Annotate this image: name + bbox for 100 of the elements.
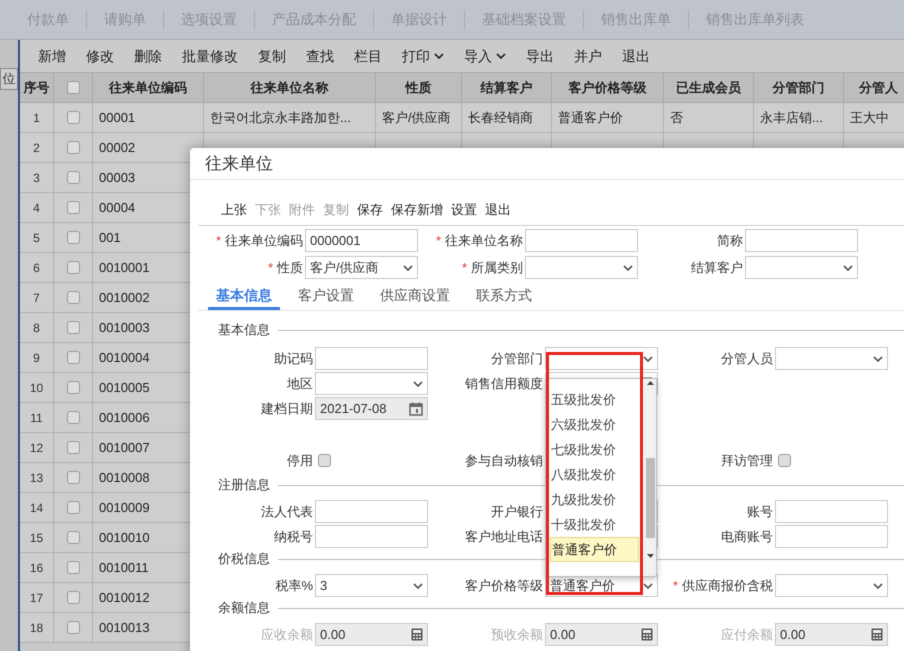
- dropdown-option[interactable]: 七级批发价: [550, 437, 639, 462]
- checkbox[interactable]: [66, 81, 80, 94]
- checkbox[interactable]: [318, 454, 331, 467]
- select-field[interactable]: 客户/供应商: [305, 256, 418, 279]
- toolbar-button[interactable]: 设置: [451, 200, 477, 219]
- checkbox[interactable]: [778, 454, 791, 467]
- toolbar-button[interactable]: 批量修改: [182, 46, 238, 66]
- field-label: 助记码: [274, 350, 313, 368]
- chevron-down-icon: [873, 356, 883, 362]
- table-cell-text: 0010007: [99, 438, 150, 457]
- text-field[interactable]: [525, 229, 638, 252]
- form-tab[interactable]: 基本信息: [208, 284, 280, 310]
- checkbox[interactable]: [66, 441, 80, 454]
- checkbox[interactable]: [66, 411, 80, 424]
- table-cell-text: 0010013: [99, 618, 150, 637]
- checkbox[interactable]: [66, 171, 80, 184]
- checkbox[interactable]: [66, 111, 80, 124]
- select-field[interactable]: [775, 574, 888, 597]
- form-tab[interactable]: 联系方式: [468, 284, 540, 310]
- toolbar-button[interactable]: 复制: [258, 46, 286, 66]
- field-label: 所属类别: [471, 258, 523, 277]
- dropdown-option[interactable]: 五级批发价: [550, 387, 639, 412]
- text-field[interactable]: [315, 525, 428, 548]
- table-cell-text: 00003: [99, 168, 136, 187]
- chevron-down-icon: [403, 264, 413, 270]
- field-label: 往来单位名称: [445, 232, 523, 250]
- text-field[interactable]: [775, 525, 888, 548]
- dropdown-option[interactable]: 八级批发价: [550, 462, 639, 487]
- checkbox[interactable]: [66, 591, 80, 604]
- dropdown-option[interactable]: 六级批发价: [550, 412, 639, 437]
- table-cell-text: 0010003: [99, 318, 150, 337]
- toolbar-button[interactable]: 栏目: [354, 46, 382, 66]
- toolbar-button[interactable]: 打印: [402, 46, 444, 66]
- field-label: 应付余额: [721, 626, 773, 644]
- date-field[interactable]: 2021-07-08: [315, 397, 428, 420]
- table-cell-text: 00001: [99, 108, 136, 127]
- column-header: 往来单位编码: [109, 78, 187, 97]
- dropdown-option[interactable]: 普通客户价: [550, 537, 639, 562]
- toolbar-button[interactable]: 上张: [221, 200, 247, 219]
- calendar-icon: [409, 402, 423, 416]
- checkbox[interactable]: [66, 231, 80, 244]
- row-number: 16: [30, 560, 44, 576]
- checkbox[interactable]: [66, 261, 80, 274]
- row-number: 8: [33, 320, 40, 336]
- field-label: 建档日期: [261, 400, 313, 418]
- toolbar-button[interactable]: 退出: [485, 200, 511, 219]
- row-number: 12: [30, 440, 44, 456]
- checkbox[interactable]: [66, 321, 80, 334]
- field-label: 电商账号: [721, 528, 773, 546]
- checkbox[interactable]: [66, 381, 80, 394]
- row-number: 4: [33, 200, 40, 216]
- checkbox[interactable]: [66, 531, 80, 544]
- table-cell-text: 否: [670, 108, 683, 127]
- form-tab[interactable]: 供应商设置: [372, 284, 458, 310]
- checkbox[interactable]: [66, 351, 80, 364]
- checkbox[interactable]: [66, 561, 80, 574]
- toolbar-button[interactable]: 导出: [526, 46, 554, 66]
- form-tab[interactable]: 客户设置: [290, 284, 362, 310]
- required-mark: *: [462, 258, 467, 277]
- toolbar-button[interactable]: 保存: [357, 200, 383, 219]
- text-field[interactable]: [315, 347, 428, 370]
- row-number: 2: [33, 140, 40, 156]
- toolbar-button[interactable]: 删除: [134, 46, 162, 66]
- field-label: 参与自动核销: [465, 452, 543, 470]
- select-field[interactable]: [315, 372, 428, 395]
- text-field[interactable]: 0000001: [305, 229, 418, 252]
- select-field[interactable]: [745, 256, 858, 279]
- toolbar-button[interactable]: 退出: [622, 46, 650, 66]
- field-label: 销售信用额度: [465, 374, 543, 393]
- toolbar-button[interactable]: 修改: [86, 46, 114, 66]
- text-field[interactable]: [315, 500, 428, 523]
- toolbar-button[interactable]: 查找: [306, 46, 334, 66]
- checkbox[interactable]: [66, 621, 80, 634]
- text-field[interactable]: [745, 229, 858, 252]
- row-number: 5: [33, 230, 40, 246]
- checkbox[interactable]: [66, 201, 80, 214]
- dropdown-option[interactable]: 十级批发价: [550, 512, 639, 537]
- table-cell-text: 长春经销商: [468, 108, 533, 127]
- dropdown-option[interactable]: 九级批发价: [550, 487, 639, 512]
- table-cell-text: 0010008: [99, 468, 150, 487]
- scrollbar[interactable]: [644, 379, 656, 576]
- toolbar-button[interactable]: 新增: [38, 46, 66, 66]
- chevron-down-icon: [623, 264, 633, 270]
- checkbox[interactable]: [66, 291, 80, 304]
- checkbox[interactable]: [66, 471, 80, 484]
- chevron-down-icon: [434, 53, 444, 59]
- side-tab[interactable]: 位: [0, 68, 18, 90]
- toolbar-button[interactable]: 导入: [464, 46, 506, 66]
- checkbox[interactable]: [66, 141, 80, 154]
- field-label: 客户价格等级: [465, 576, 543, 595]
- select-field[interactable]: [525, 256, 638, 279]
- row-number: 3: [33, 170, 40, 186]
- required-mark: *: [216, 232, 221, 250]
- toolbar-button[interactable]: 保存新增: [391, 200, 443, 219]
- select-field[interactable]: [775, 347, 888, 370]
- checkbox[interactable]: [66, 501, 80, 514]
- text-field[interactable]: [775, 500, 888, 523]
- field-label: 往来单位编码: [225, 232, 303, 250]
- toolbar-button[interactable]: 并户: [574, 46, 602, 66]
- select-field[interactable]: 3: [315, 574, 428, 597]
